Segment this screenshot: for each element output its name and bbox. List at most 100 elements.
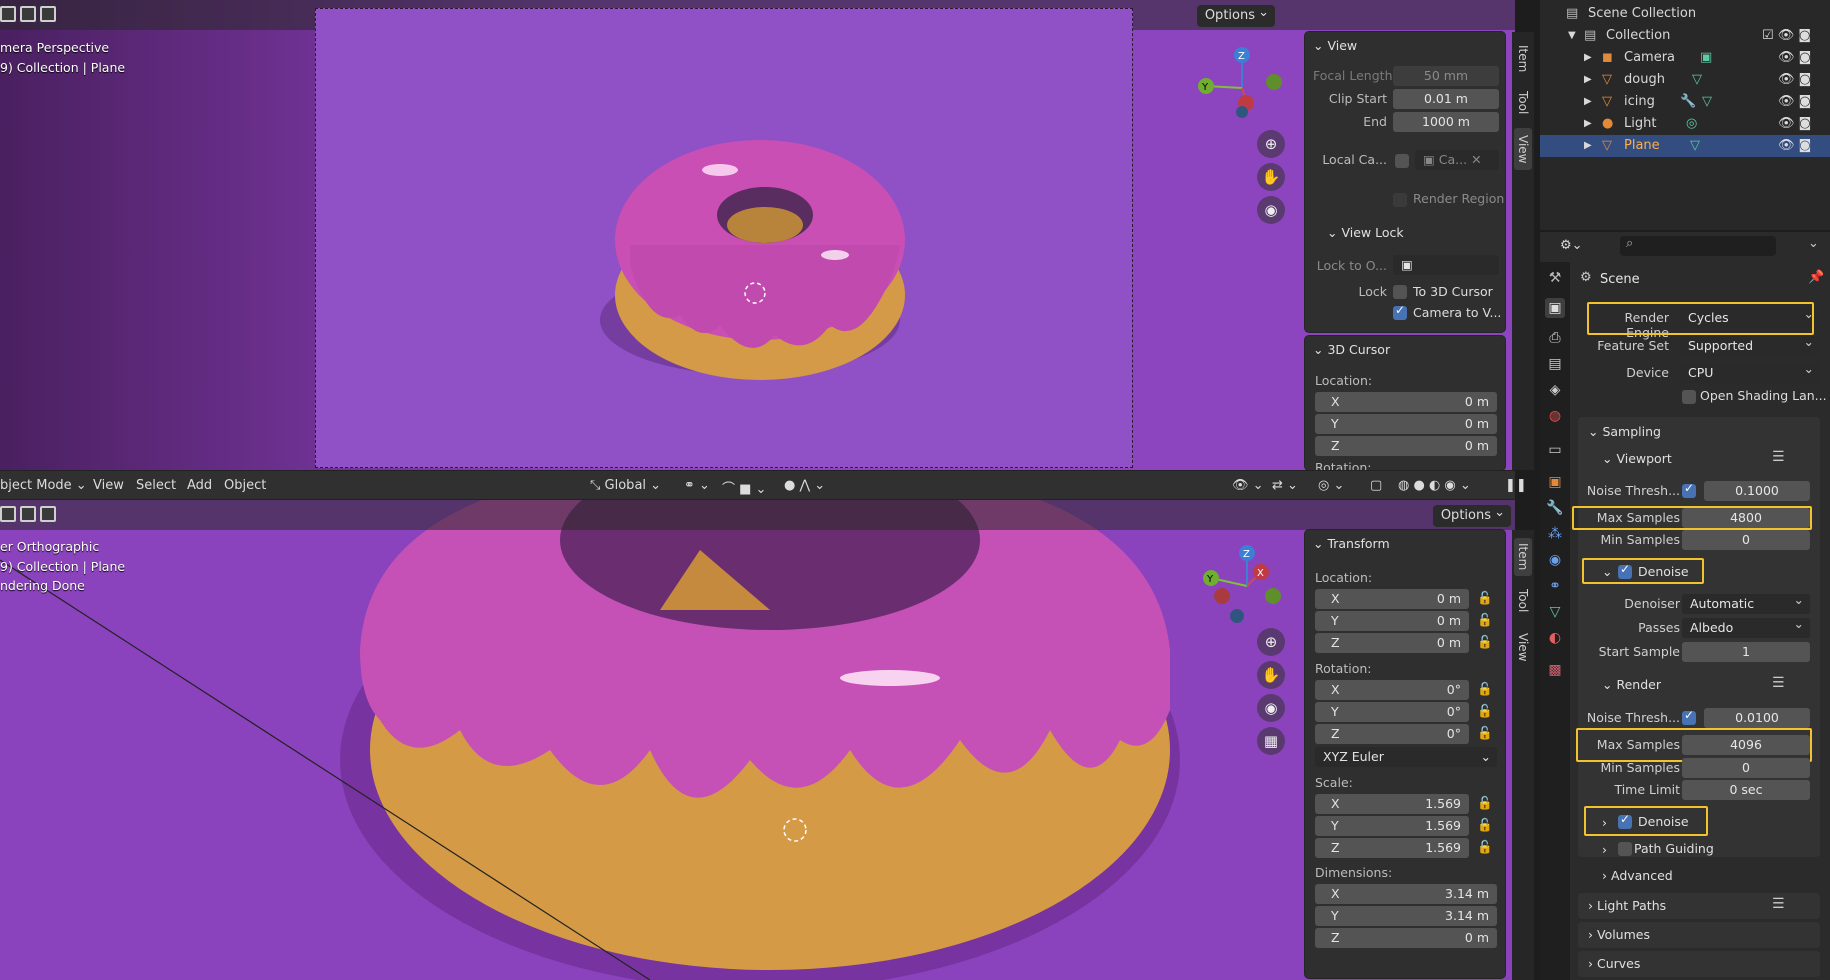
location-x-field[interactable]: X0 m [1315, 589, 1469, 609]
menu-select[interactable]: Select [136, 478, 176, 493]
light-paths-header[interactable]: › Light Paths [1588, 898, 1666, 913]
view-lock-subpanel[interactable]: ⌄ View Lock [1327, 225, 1404, 240]
outliner-item-light[interactable]: ▶ ● Light ◎ 👁 ◙ [1540, 113, 1830, 135]
options-dropdown[interactable]: Options [1196, 2, 1275, 27]
transform-title[interactable]: ⌄ Transform [1313, 536, 1390, 551]
properties-options-icon[interactable]: ⌄ [1808, 236, 1819, 251]
3d-cursor-title[interactable]: ⌄ 3D Cursor [1313, 342, 1390, 357]
outliner-item-camera[interactable]: ▶ ◼ Camera ▣ 👁 ◙ [1540, 47, 1830, 69]
scene-tab-icon[interactable]: ◈ [1545, 380, 1565, 400]
lock-icon[interactable]: 🔓 [1477, 725, 1493, 741]
view-panel-title[interactable]: ⌄ View [1313, 38, 1357, 53]
render-tab-icon[interactable]: ▣ [1545, 298, 1565, 318]
mode-dropdown[interactable]: bject Mode ⌄ [0, 478, 87, 493]
material-tab-icon[interactable]: ◐ [1545, 628, 1565, 648]
location-y-field[interactable]: Y0 m [1315, 611, 1469, 631]
clip-start-field[interactable]: 0.01 m [1393, 89, 1499, 109]
pivot-icon[interactable]: ⚭ ⌄ [684, 478, 710, 493]
feature-set-dropdown[interactable]: Supported [1680, 332, 1820, 356]
lock-icon[interactable]: 🔓 [1477, 612, 1493, 628]
modifier-tab-icon[interactable]: 🔧 [1545, 498, 1565, 518]
constraints-tab-icon[interactable]: ⚭ [1545, 576, 1565, 596]
proportional-edit-icon[interactable]: ● ⋀ ⌄ [784, 478, 825, 493]
location-z-field[interactable]: Z0 m [1315, 633, 1469, 653]
zoom-icon[interactable]: ⊕ [1257, 130, 1285, 158]
view-layer-tab-icon[interactable]: ▤ [1545, 354, 1565, 374]
device-dropdown[interactable]: CPU [1680, 359, 1820, 383]
time-limit-field[interactable]: 0 sec [1682, 780, 1810, 800]
tab-tool-bottom[interactable]: Tool [1514, 582, 1532, 620]
xray-icon[interactable]: ▢ [1370, 478, 1382, 493]
pin-icon[interactable]: 📌 [1808, 270, 1824, 285]
scale-x-field[interactable]: X 1.569 [1315, 794, 1469, 814]
select-mode-icons[interactable] [0, 6, 56, 22]
render-presets-list-icon[interactable]: ☰ [1772, 675, 1785, 691]
render-subpanel-header[interactable]: ⌄ Render [1602, 677, 1661, 692]
world-tab-icon[interactable]: ◍ [1545, 406, 1565, 426]
lock-icon[interactable]: 🔓 [1477, 839, 1493, 855]
clip-end-field[interactable]: 1000 m [1393, 112, 1499, 132]
pan-hand-icon[interactable]: ✋ [1257, 163, 1285, 191]
viewport-subpanel-header[interactable]: ⌄ Viewport [1602, 451, 1672, 466]
outliner-scene-collection[interactable]: ▤ Scene Collection [1540, 3, 1830, 25]
render-min-samples-field[interactable]: 0 [1682, 758, 1810, 778]
pan-hand-icon-bottom[interactable]: ✋ [1257, 661, 1285, 689]
cursor-z-field[interactable]: Z0 m [1315, 436, 1497, 456]
dimension-z-field[interactable]: Z0 m [1315, 928, 1497, 948]
tab-view-bottom[interactable]: View [1514, 626, 1532, 668]
viewport-min-samples-field[interactable]: 0 [1682, 530, 1810, 550]
rotation-z-field[interactable]: Z 0° [1315, 724, 1469, 744]
render-noise-threshold-field[interactable]: 0.0100 [1704, 708, 1810, 728]
tab-item[interactable]: Item [1514, 40, 1532, 78]
visibility-icon[interactable]: 👁 ⌄ [1232, 478, 1264, 493]
curves-header[interactable]: › Curves [1588, 956, 1640, 971]
denoiser-dropdown[interactable]: Automatic [1682, 590, 1810, 614]
lock-icon[interactable]: 🔓 [1477, 795, 1493, 811]
output-tab-icon[interactable]: ⎙ [1545, 328, 1565, 348]
navigation-gizmo-bottom[interactable]: Z Y X [1195, 538, 1305, 628]
tab-view[interactable]: View [1514, 128, 1532, 170]
viewport-noise-threshold-field[interactable]: 0.1000 [1704, 481, 1810, 501]
lock-icon[interactable]: 🔓 [1477, 590, 1493, 606]
shading-modes-icon[interactable]: ◍ ● ◐ ◉ ⌄ [1398, 478, 1471, 493]
sampling-header[interactable]: ⌄ Sampling [1588, 424, 1661, 439]
physics-tab-icon[interactable]: ◉ [1545, 550, 1565, 570]
camera-view-icon-bottom[interactable]: ◉ [1257, 694, 1285, 722]
scale-z-field[interactable]: Z 1.569 [1315, 838, 1469, 858]
snap-icon[interactable]: ⌒ ■ ⌄ [722, 478, 766, 497]
osl-checkbox[interactable] [1682, 390, 1696, 404]
cursor-y-field[interactable]: Y0 m [1315, 414, 1497, 434]
options-dropdown-bottom[interactable]: Options [1432, 502, 1511, 527]
collection-tab-icon[interactable]: ▭ [1545, 440, 1565, 460]
outliner-collection[interactable]: ▼ ▤ Collection ☑ 👁 ◙ [1540, 25, 1830, 47]
lock-icon[interactable]: 🔓 [1477, 634, 1493, 650]
camera-view-icon[interactable]: ◉ [1257, 196, 1285, 224]
path-guiding-subpanel[interactable]: › [1602, 842, 1607, 857]
overlays-icon[interactable]: ◎ ⌄ [1318, 478, 1344, 493]
scale-y-field[interactable]: Y 1.569 [1315, 816, 1469, 836]
pause-icon[interactable]: ❚❚ [1505, 478, 1527, 493]
editor-type-icon[interactable]: ⚙⌄ [1560, 238, 1583, 253]
rotation-y-field[interactable]: Y 0° [1315, 702, 1469, 722]
light-paths-presets-icon[interactable]: ☰ [1772, 896, 1785, 912]
navigation-gizmo[interactable]: Z Y [1190, 40, 1300, 130]
gizmo-toggle-icon[interactable]: ⇄ ⌄ [1272, 478, 1298, 493]
rotation-mode-dropdown[interactable]: XYZ Euler ⌄ [1315, 747, 1497, 767]
lock-to-object-field[interactable]: ▣ [1393, 255, 1499, 275]
dimension-y-field[interactable]: Y 3.14 m [1315, 906, 1497, 926]
top-3d-viewport[interactable]: Options mera Perspective 9) Collection |… [0, 0, 1515, 470]
rotation-x-field[interactable]: X 0° [1315, 680, 1469, 700]
select-mode-icons-bottom[interactable] [0, 506, 56, 522]
outliner-item-plane[interactable]: ▶ ▽ Plane ▽ 👁 ◙ [1540, 135, 1830, 157]
render-region-checkbox[interactable] [1393, 193, 1407, 207]
volumes-header[interactable]: › Volumes [1588, 927, 1650, 942]
texture-tab-icon[interactable]: ▩ [1545, 660, 1565, 680]
local-camera-field[interactable]: ▣ Ca... ✕ [1415, 150, 1499, 170]
properties-search-input[interactable]: ⌕ [1620, 236, 1776, 256]
cursor-x-field[interactable]: X0 m [1315, 392, 1497, 412]
orientation-dropdown[interactable]: ⤡ Global ⌄ [590, 478, 661, 493]
zoom-icon-bottom[interactable]: ⊕ [1257, 628, 1285, 656]
outliner-item-icing[interactable]: ▶ ▽ icing 🔧 ▽ 👁 ◙ [1540, 91, 1830, 113]
advanced-subpanel[interactable]: › Advanced [1602, 868, 1673, 883]
menu-view[interactable]: View [93, 478, 124, 493]
